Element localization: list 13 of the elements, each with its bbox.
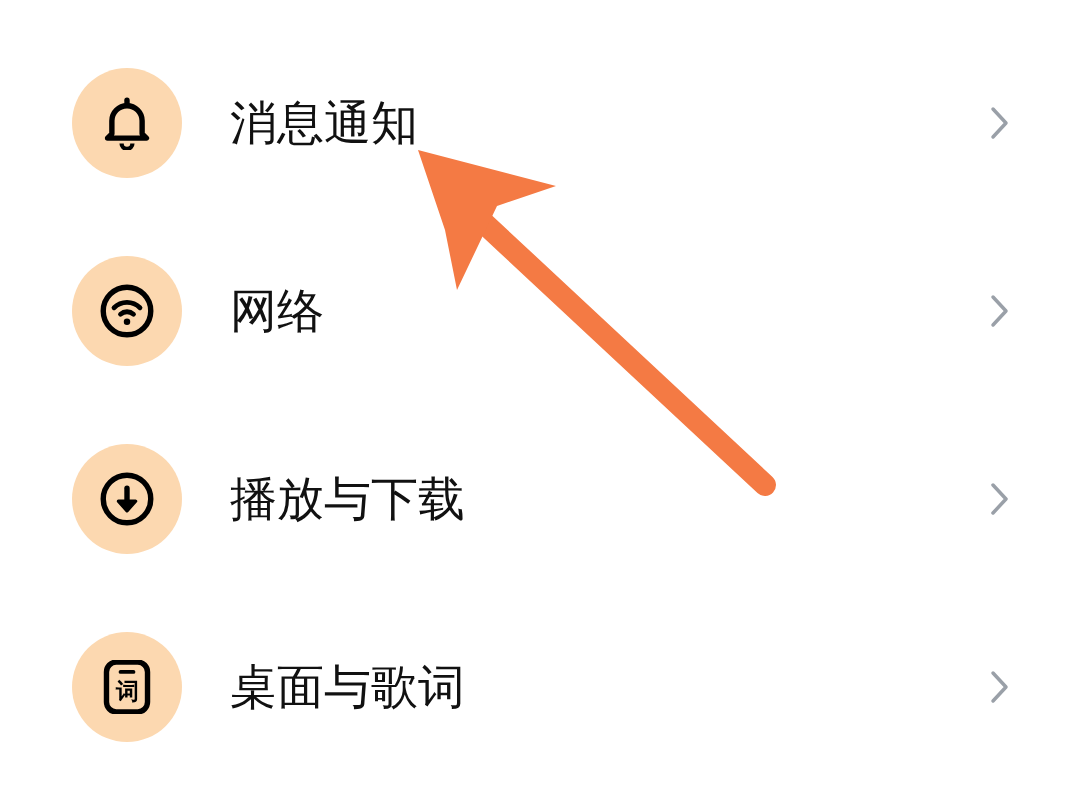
settings-label: 消息通知 (230, 93, 419, 152)
settings-label: 桌面与歌词 (230, 657, 466, 716)
chevron-icon (990, 106, 1010, 140)
settings-item[interactable]: 播放与下载 (0, 405, 1080, 593)
chevron-icon (990, 294, 1010, 328)
chevron-icon (990, 482, 1010, 516)
chevron-icon (990, 670, 1010, 704)
download-icon (100, 472, 154, 526)
settings-item[interactable]: 网络 (0, 217, 1080, 405)
settings-label: 播放与下载 (230, 469, 466, 528)
settings-item[interactable]: 词 桌面与歌词 (0, 593, 1080, 781)
settings-label: 网络 (230, 281, 325, 340)
wifi-icon (100, 284, 154, 338)
